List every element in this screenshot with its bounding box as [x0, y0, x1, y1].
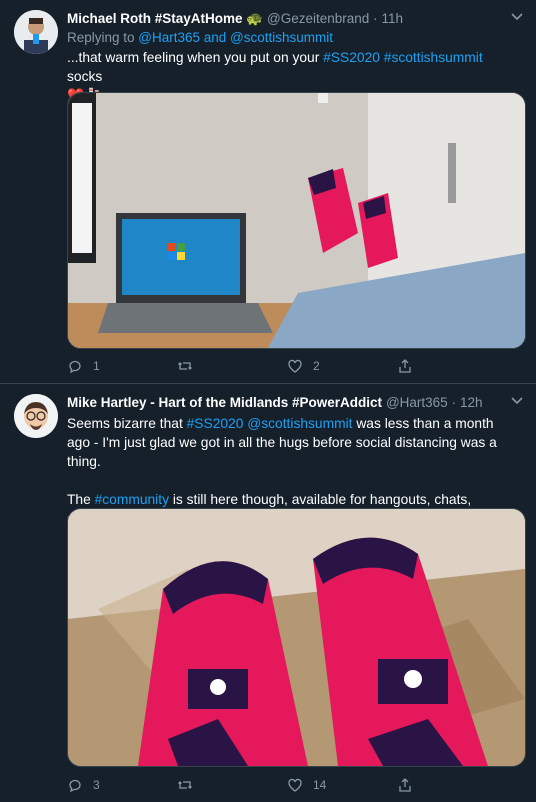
photo-socks-rug [68, 509, 525, 766]
like-button[interactable]: 14 [287, 775, 397, 795]
text-segment: Seems bizarre that [67, 416, 187, 431]
display-name[interactable]: Michael Roth #StayAtHome 🐢 [67, 11, 263, 26]
tweet-header: Michael Roth #StayAtHome 🐢 @Gezeitenbran… [67, 10, 507, 27]
share-button[interactable] [397, 356, 507, 376]
photo-laptop-socks [68, 93, 525, 348]
avatar[interactable] [14, 394, 58, 438]
retweet-button[interactable] [177, 775, 287, 795]
timestamp[interactable]: 11h [382, 11, 404, 26]
tweet-paragraph: Seems bizarre that #SS2020 @scottishsumm… [67, 414, 517, 471]
share-icon [399, 778, 411, 792]
chevron-down-icon[interactable] [510, 10, 524, 24]
replying-to-link[interactable]: @Hart365 and @scottishsummit [138, 30, 333, 45]
hashtag-link[interactable]: #SS2020 [187, 416, 244, 431]
like-count: 2 [313, 359, 320, 373]
hashtag-link[interactable]: #scottishsummit [384, 50, 483, 65]
reply-count: 1 [93, 359, 100, 373]
share-icon [399, 359, 411, 373]
reply-button[interactable]: 1 [67, 356, 177, 376]
user-handle[interactable]: @Hart365 [386, 395, 448, 410]
share-button[interactable] [397, 775, 507, 795]
heart-icon [288, 359, 302, 373]
tweet-header: Mike Hartley - Hart of the Midlands #Pow… [67, 394, 507, 410]
like-button[interactable]: 2 [287, 356, 397, 376]
separator-dot: · [451, 395, 457, 410]
mention-link[interactable]: @scottishsummit [247, 416, 352, 431]
heart-icon [288, 778, 302, 792]
avatar[interactable] [14, 10, 58, 54]
hashtag-link[interactable]: #SS2020 [323, 50, 380, 65]
text-segment: socks [67, 69, 103, 84]
avatar-photo [14, 10, 58, 54]
avatar-cartoon [14, 394, 58, 438]
hashtag-link[interactable]: #community [95, 492, 169, 507]
reply-icon [69, 360, 81, 374]
timestamp[interactable]: 12h [460, 395, 483, 410]
tweet-image[interactable] [67, 92, 526, 349]
retweet-button[interactable] [177, 356, 287, 376]
text-segment: The [67, 492, 95, 507]
separator-dot: · [373, 11, 378, 26]
chevron-down-icon[interactable] [510, 394, 524, 408]
like-count: 14 [313, 778, 327, 792]
action-bar: 1 2 [67, 356, 507, 376]
tweet-2[interactable]: Mike Hartley - Hart of the Midlands #Pow… [0, 384, 536, 802]
replying-to: Replying to @Hart365 and @scottishsummit [67, 30, 333, 45]
user-handle[interactable]: @Gezeitenbrand [267, 11, 369, 26]
tweet-image[interactable] [67, 508, 526, 767]
retweet-icon [178, 362, 192, 370]
reply-count: 3 [93, 778, 100, 792]
reply-button[interactable]: 3 [67, 775, 177, 795]
tweet-1[interactable]: Michael Roth #StayAtHome 🐢 @Gezeitenbran… [0, 0, 536, 384]
retweet-icon [178, 781, 192, 789]
action-bar: 3 14 [67, 775, 507, 795]
display-name[interactable]: Mike Hartley - Hart of the Midlands #Pow… [67, 395, 382, 410]
text-segment: ...that warm feeling when you put on you… [67, 50, 324, 65]
reply-icon [69, 779, 81, 793]
replying-prefix: Replying to [67, 30, 139, 45]
tweet-text-line: ...that warm feeling when you put on you… [67, 48, 517, 86]
